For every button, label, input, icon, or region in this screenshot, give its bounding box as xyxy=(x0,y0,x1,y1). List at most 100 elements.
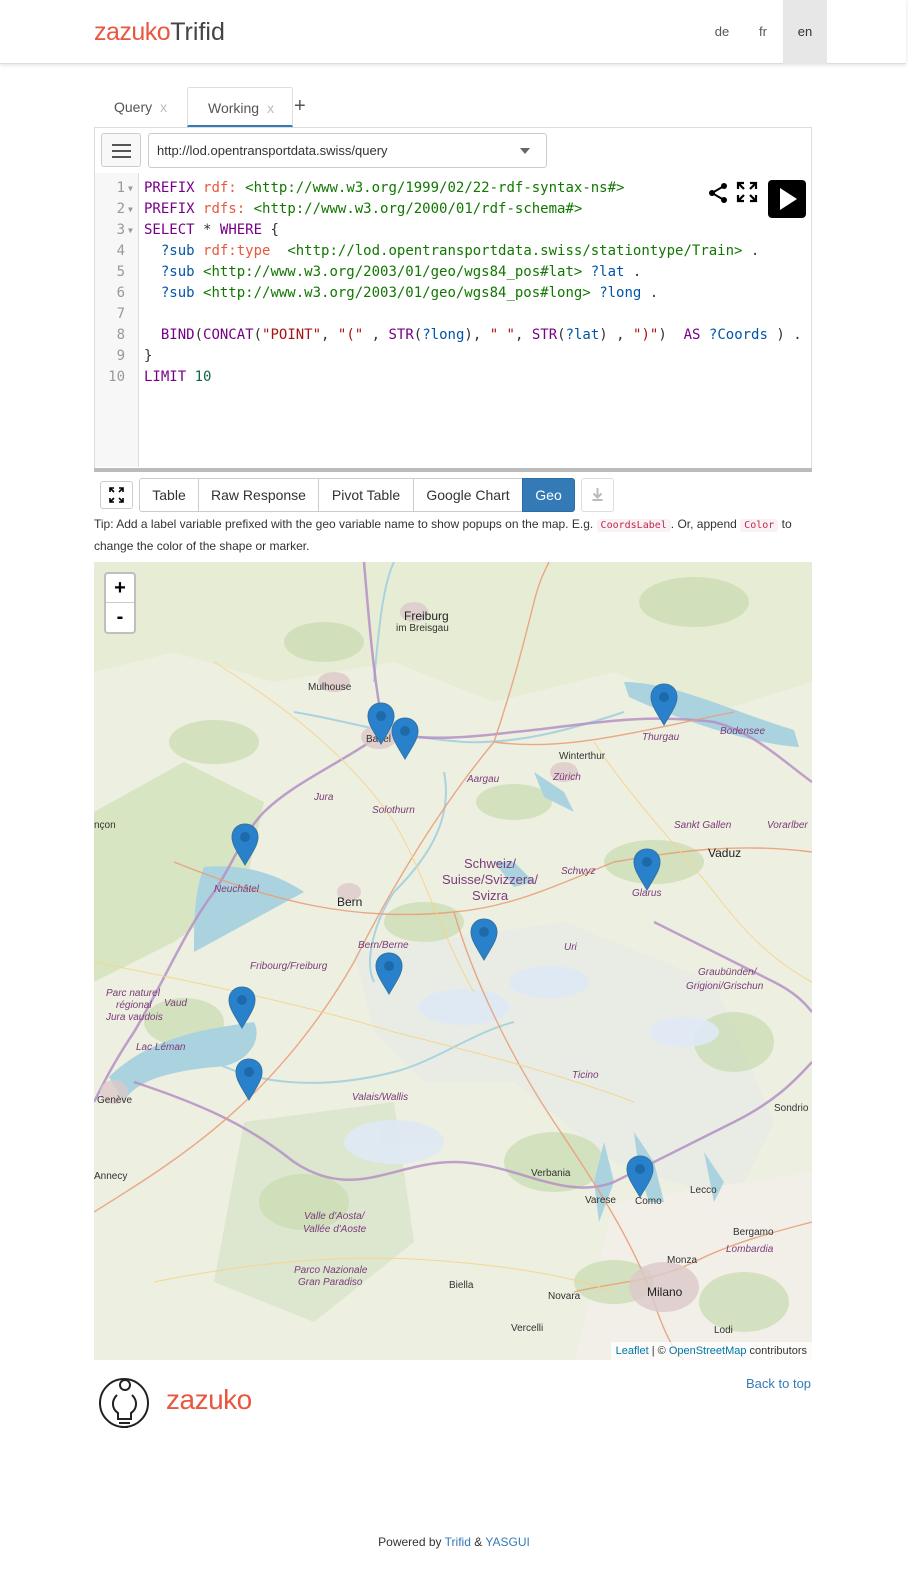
tab-query[interactable]: Query x xyxy=(94,87,187,128)
results-fullscreen-button[interactable] xyxy=(100,481,133,509)
map-label: Vorarlber xyxy=(767,820,808,831)
share-icon[interactable] xyxy=(707,182,729,204)
code-line-1: PREFIX rdf: <http://www.w3.org/1999/02/2… xyxy=(144,178,624,199)
map-label: Valle d'Aosta/ xyxy=(304,1211,365,1222)
tab-google-chart[interactable]: Google Chart xyxy=(413,478,523,512)
play-icon xyxy=(780,188,797,210)
number: 10 xyxy=(194,369,212,385)
punct xyxy=(700,327,708,343)
punct: ) . xyxy=(767,327,802,343)
navbar: zazukoTrifid de fr en xyxy=(0,0,906,64)
code-line-10: LIMIT 10 xyxy=(144,367,211,388)
trifid-link[interactable]: Trifid xyxy=(445,1535,471,1549)
line-number: 7 xyxy=(116,306,125,322)
zoom-out-button[interactable]: - xyxy=(106,603,134,632)
fullscreen-icon[interactable] xyxy=(736,181,758,203)
map-label: Vaud xyxy=(164,998,187,1009)
back-to-top-link[interactable]: Back to top xyxy=(746,1376,811,1391)
map-label: Gran Paradiso xyxy=(298,1277,363,1288)
osm-link[interactable]: OpenStreetMap xyxy=(669,1345,747,1357)
prefix: rdfs: xyxy=(203,201,246,217)
punct: ( xyxy=(557,327,566,343)
code-line-6: ?sub <http://www.w3.org/2003/01/geo/wgs8… xyxy=(144,283,658,304)
zoom-control: + - xyxy=(104,572,136,634)
map-label: Svizra xyxy=(471,888,509,903)
download-button[interactable] xyxy=(581,478,614,512)
tip-code: Color xyxy=(740,519,779,532)
hamburger-icon-bar xyxy=(112,156,131,158)
variable: ?sub xyxy=(160,285,195,301)
geo-map[interactable]: Freiburg im Breisgau Mulhouse Basel Aarg… xyxy=(94,562,812,1360)
fold-arrow-icon[interactable]: ▼ xyxy=(128,220,133,241)
download-icon xyxy=(592,488,603,501)
attribution-text: contributors xyxy=(746,1345,807,1357)
code-line-4: ?sub rdf:type <http://lod.opentransportd… xyxy=(144,241,759,262)
brand-logo[interactable]: zazukoTrifid xyxy=(94,17,225,47)
lang-en[interactable]: en xyxy=(783,0,827,64)
tab-working-close-icon[interactable]: x xyxy=(267,100,274,116)
map-label: Jura vaudois xyxy=(106,1012,163,1023)
powered-by: Powered by Trifid & YASGUI xyxy=(0,1535,908,1549)
map-label: Graubünden/ xyxy=(698,967,757,978)
operator: * xyxy=(203,222,212,238)
run-query-button[interactable] xyxy=(768,180,806,218)
chevron-down-icon xyxy=(520,148,530,154)
code-line-8: BIND(CONCAT("POINT", "(" , STR(?long), "… xyxy=(144,325,802,346)
line-number: 8 xyxy=(116,327,125,343)
punct: . xyxy=(632,264,642,280)
tab-query-close-icon[interactable]: x xyxy=(160,99,167,115)
fold-arrow-icon[interactable]: ▼ xyxy=(128,178,133,199)
punct: , xyxy=(321,327,338,343)
tab-geo[interactable]: Geo xyxy=(522,478,575,512)
prefixed-name: rdf:type xyxy=(203,243,271,259)
line-gutter: 1 ▼ 2 ▼ 3 ▼ 4 5 6 7 8 9 10 xyxy=(95,173,139,467)
brand-zazuko: zazuko xyxy=(94,18,171,46)
zoom-in-button[interactable]: + xyxy=(106,574,134,603)
map-label: Como xyxy=(635,1196,662,1207)
lang-fr[interactable]: fr xyxy=(741,0,785,64)
code-line-2: PREFIX rdfs: <http://www.w3.org/2000/01/… xyxy=(144,199,582,220)
function: STR xyxy=(388,327,414,343)
add-tab-button[interactable]: + xyxy=(294,95,306,118)
map-label: Parco Nazionale xyxy=(294,1265,368,1276)
footer-brand[interactable]: zazuko xyxy=(166,1384,252,1416)
menu-button[interactable] xyxy=(101,133,141,167)
map-label: Novara xyxy=(548,1291,581,1302)
editor-resize-handle[interactable] xyxy=(94,468,812,472)
tab-table[interactable]: Table xyxy=(139,478,199,512)
map-label: Lodi xyxy=(714,1325,733,1336)
map-label: Genève xyxy=(97,1095,133,1106)
map-label: Schwyz xyxy=(561,866,596,877)
code-editor[interactable]: 1 ▼ 2 ▼ 3 ▼ 4 5 6 7 8 9 10 PREFIX rdf: <… xyxy=(95,173,811,467)
variable: ?long xyxy=(599,285,642,301)
leaflet-link[interactable]: Leaflet xyxy=(616,1345,649,1357)
tab-pivot-table[interactable]: Pivot Table xyxy=(318,478,414,512)
brace: } xyxy=(144,348,153,364)
map-label: Schweiz/ xyxy=(463,856,517,871)
brand-trifid: Trifid xyxy=(170,18,225,46)
fullscreen-icon xyxy=(109,487,124,503)
endpoint-select[interactable]: http://lod.opentransportdata.swiss/query xyxy=(148,133,547,168)
map-label: Vercelli xyxy=(511,1323,544,1334)
code-line-5: ?sub <http://www.w3.org/2003/01/geo/wgs8… xyxy=(144,262,641,283)
map-label: Bern xyxy=(337,895,363,909)
yasgui-link[interactable]: YASGUI xyxy=(485,1535,529,1549)
powered-by-text: Powered by xyxy=(378,1535,442,1549)
lang-de[interactable]: de xyxy=(700,0,744,64)
map-label: Bodensee xyxy=(720,726,766,737)
tab-working[interactable]: Working x xyxy=(187,87,293,127)
iri: <http://www.w3.org/1999/02/22-rdf-syntax… xyxy=(245,180,625,196)
brace: { xyxy=(270,222,279,238)
punct: ( xyxy=(413,327,423,343)
hamburger-icon xyxy=(112,144,131,146)
map-label: Lac Léman xyxy=(136,1042,186,1053)
variable: ?long xyxy=(422,327,465,343)
prefix: rdf: xyxy=(203,180,237,196)
map-label: Jura xyxy=(314,792,334,803)
tip-text: . Or, append xyxy=(670,517,737,531)
tab-raw-response[interactable]: Raw Response xyxy=(198,478,319,512)
map-label: Basel xyxy=(366,734,392,745)
fold-arrow-icon[interactable]: ▼ xyxy=(128,199,133,220)
punct: , xyxy=(514,327,532,343)
string: "POINT" xyxy=(262,327,322,343)
